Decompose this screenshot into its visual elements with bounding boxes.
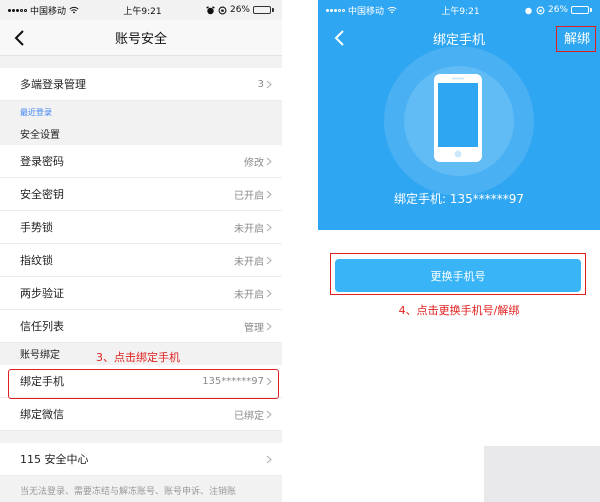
row-value: 3 xyxy=(258,79,272,90)
chevron-right-icon xyxy=(266,80,272,88)
status-bar: 中国移动 上午9:21 26% xyxy=(318,0,600,20)
chevron-right-icon xyxy=(266,256,272,264)
status-bar: 中国移动 上午9:21 26% xyxy=(0,0,282,20)
status-right: 26% xyxy=(524,5,592,15)
annotation-step-4: 4、点击更换手机号/解绑 xyxy=(398,304,520,317)
annotation-step-3: 3、点击绑定手机 xyxy=(96,351,180,364)
security-center-group: 115 安全中心 xyxy=(0,443,282,476)
row-security-setting[interactable]: 两步验证 未开启 xyxy=(0,277,282,310)
signal-icon xyxy=(326,8,345,12)
row-security-setting[interactable]: 登录密码 修改 xyxy=(0,145,282,178)
wifi-icon xyxy=(69,6,79,14)
chevron-right-icon xyxy=(266,157,272,165)
row-bind-wechat[interactable]: 绑定微信 已绑定 xyxy=(0,398,282,431)
corner-overlay xyxy=(484,446,600,502)
chevron-right-icon xyxy=(266,455,272,463)
footer-note: 当无法登录、需要冻结与解冻账号、账号申诉、注销账 xyxy=(20,487,237,497)
row-label: 115 安全中心 xyxy=(20,453,89,466)
row-label: 信任列表 xyxy=(20,320,64,333)
row-security-center[interactable]: 115 安全中心 xyxy=(0,443,282,476)
clock: 上午9:21 xyxy=(441,6,480,17)
bind-phone-screen: 中国移动 上午9:21 26% 绑定手机 解绑 绑定手机: 135******9… xyxy=(318,0,600,502)
mobile-phone-icon xyxy=(434,74,482,162)
chevron-right-icon xyxy=(266,410,272,418)
row-value: 未开启 xyxy=(234,220,272,235)
clock: 上午9:21 xyxy=(123,6,162,17)
row-label: 绑定微信 xyxy=(20,408,64,421)
back-arrow-icon[interactable] xyxy=(10,28,30,48)
row-security-setting[interactable]: 指纹锁 未开启 xyxy=(0,244,282,277)
battery-percent: 26% xyxy=(547,5,568,15)
back-arrow-icon[interactable] xyxy=(330,28,350,48)
signal-icon xyxy=(8,8,27,12)
row-value: 管理 xyxy=(244,319,272,334)
row-label: 安全密钥 xyxy=(20,188,64,201)
row-value: 未开启 xyxy=(234,286,272,301)
chevron-right-icon xyxy=(266,223,272,231)
multi-login-group: 多端登录管理 3 xyxy=(0,68,282,101)
chevron-right-icon xyxy=(266,190,272,198)
account-security-screen: 中国移动 上午9:21 26% 账号安全 多端登录管理 3 最近登录 安全设置 … xyxy=(0,0,282,502)
row-security-setting[interactable]: 信任列表 管理 xyxy=(0,310,282,343)
carrier-label: 中国移动 xyxy=(348,6,385,17)
row-value: 未开启 xyxy=(234,253,272,268)
row-value: 已绑定 xyxy=(234,407,272,422)
row-value: 已开启 xyxy=(234,187,272,202)
row-label: 指纹锁 xyxy=(20,254,53,267)
signal-area: 中国移动 xyxy=(326,4,397,17)
bound-phone-text: 绑定手机: 135******97 xyxy=(393,192,525,206)
rotation-lock-icon xyxy=(536,6,545,14)
battery-icon xyxy=(571,6,592,14)
chevron-right-icon xyxy=(266,289,272,297)
change-phone-button[interactable]: 更换手机号 xyxy=(335,259,581,292)
nav-bar: 账号安全 xyxy=(0,20,282,56)
row-multi-login[interactable]: 多端登录管理 3 xyxy=(0,68,282,101)
status-right: 26% xyxy=(206,5,274,15)
chevron-right-icon xyxy=(266,322,272,330)
row-label: 两步验证 xyxy=(20,287,64,300)
battery-icon xyxy=(253,6,274,14)
wifi-icon xyxy=(387,6,397,14)
security-rows-group: 登录密码 修改 安全密钥 已开启 手势锁 未开启 指纹锁 未开启 两步验证 未开启 信任列表 管理 xyxy=(0,145,282,343)
row-value: 修改 xyxy=(244,154,272,169)
row-value xyxy=(266,455,272,464)
page-title: 账号安全 xyxy=(114,32,167,47)
spacer xyxy=(0,431,282,443)
battery-percent: 26% xyxy=(229,5,250,15)
alarm-icon xyxy=(206,5,215,14)
rotation-lock-icon xyxy=(218,6,227,14)
recent-login-link[interactable]: 最近登录 xyxy=(0,101,282,123)
page-title: 绑定手机 xyxy=(432,32,485,48)
spacer xyxy=(0,56,282,68)
highlight-unbind xyxy=(556,26,596,52)
security-section-header: 安全设置 xyxy=(0,123,282,145)
highlight-bind-phone xyxy=(8,369,279,399)
row-label: 多端登录管理 xyxy=(20,78,86,91)
screenshot-root: 中国移动 上午9:21 26% 账号安全 多端登录管理 3 最近登录 安全设置 … xyxy=(0,0,600,502)
row-label: 登录密码 xyxy=(20,155,64,168)
row-label: 手势锁 xyxy=(20,221,53,234)
carrier-label: 中国移动 xyxy=(30,6,67,17)
signal-area: 中国移动 xyxy=(8,4,79,17)
alarm-icon xyxy=(525,7,532,14)
row-security-setting[interactable]: 安全密钥 已开启 xyxy=(0,178,282,211)
row-security-setting[interactable]: 手势锁 未开启 xyxy=(0,211,282,244)
